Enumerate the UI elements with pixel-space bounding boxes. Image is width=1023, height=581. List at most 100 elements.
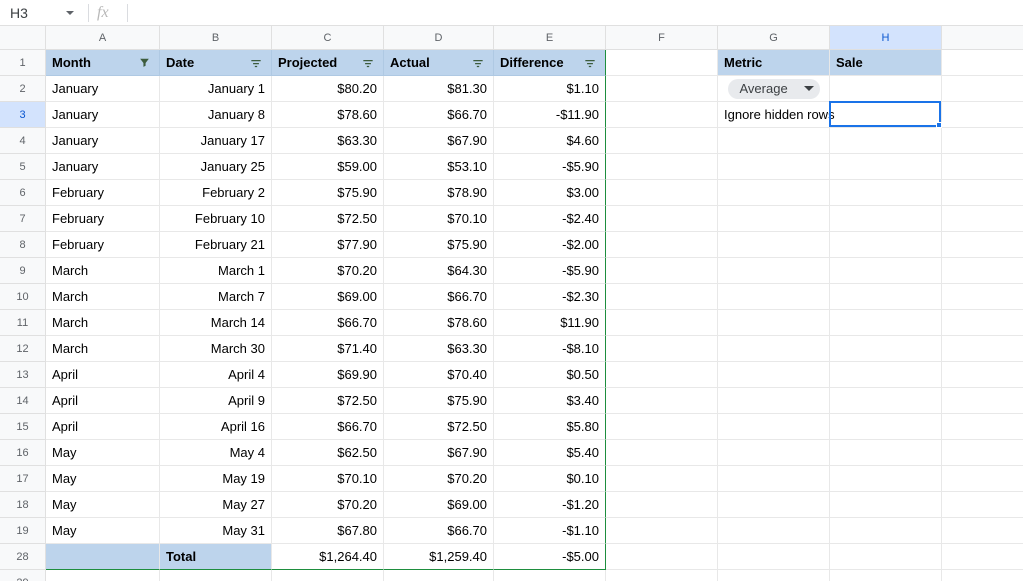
- row-header[interactable]: 2: [0, 76, 46, 102]
- row-header[interactable]: 13: [0, 362, 46, 388]
- cell-F[interactable]: [606, 206, 718, 232]
- cell-empty[interactable]: [384, 570, 494, 581]
- formula-input[interactable]: [136, 0, 1023, 25]
- total-difference[interactable]: -$5.00: [494, 544, 606, 570]
- col-header-B[interactable]: B: [160, 26, 272, 50]
- cell-H[interactable]: [830, 232, 942, 258]
- row-header[interactable]: 4: [0, 128, 46, 154]
- cell-F[interactable]: [606, 388, 718, 414]
- funnel-filter-icon[interactable]: [135, 56, 153, 70]
- row-header[interactable]: 9: [0, 258, 46, 284]
- cell-projected[interactable]: $80.20: [272, 76, 384, 102]
- cell-difference[interactable]: -$11.90: [494, 102, 606, 128]
- cell-projected[interactable]: $66.70: [272, 310, 384, 336]
- cell-H[interactable]: [830, 336, 942, 362]
- cell-month[interactable]: February: [46, 180, 160, 206]
- name-box[interactable]: H3: [0, 5, 80, 21]
- cell-date[interactable]: January 17: [160, 128, 272, 154]
- cell-actual[interactable]: $75.90: [384, 388, 494, 414]
- cell-H[interactable]: [830, 284, 942, 310]
- cell-difference[interactable]: $4.60: [494, 128, 606, 154]
- cell-projected[interactable]: $72.50: [272, 206, 384, 232]
- cell-empty[interactable]: [718, 570, 830, 581]
- cell-actual[interactable]: $70.10: [384, 206, 494, 232]
- cell-projected[interactable]: $70.20: [272, 492, 384, 518]
- cell-actual[interactable]: $67.90: [384, 440, 494, 466]
- cell-H[interactable]: [830, 258, 942, 284]
- cell-month[interactable]: April: [46, 362, 160, 388]
- cell-H[interactable]: [830, 362, 942, 388]
- cell-date[interactable]: March 7: [160, 284, 272, 310]
- cell-F[interactable]: [606, 128, 718, 154]
- cell-actual[interactable]: $78.60: [384, 310, 494, 336]
- cell-projected[interactable]: $72.50: [272, 388, 384, 414]
- cell-H[interactable]: [830, 414, 942, 440]
- cell-F[interactable]: [606, 102, 718, 128]
- row-header[interactable]: 5: [0, 154, 46, 180]
- cell-date[interactable]: April 9: [160, 388, 272, 414]
- cell-month[interactable]: April: [46, 388, 160, 414]
- cell-month[interactable]: March: [46, 310, 160, 336]
- cell-F28[interactable]: [606, 544, 718, 570]
- cell-projected[interactable]: $69.90: [272, 362, 384, 388]
- cell-date[interactable]: April 4: [160, 362, 272, 388]
- cell-G2[interactable]: Average: [718, 76, 830, 102]
- row-header[interactable]: 29: [0, 570, 46, 581]
- cell-month[interactable]: March: [46, 336, 160, 362]
- cell-G[interactable]: [718, 414, 830, 440]
- cell-H[interactable]: [830, 466, 942, 492]
- cell-F[interactable]: [606, 284, 718, 310]
- cell-month[interactable]: May: [46, 440, 160, 466]
- cell-actual[interactable]: $66.70: [384, 284, 494, 310]
- cell-date[interactable]: January 1: [160, 76, 272, 102]
- cell-month[interactable]: February: [46, 206, 160, 232]
- cell-date[interactable]: February 2: [160, 180, 272, 206]
- cell-actual[interactable]: $63.30: [384, 336, 494, 362]
- filter-icon[interactable]: [469, 56, 487, 70]
- cell-G3[interactable]: Ignore hidden rows: [718, 102, 830, 128]
- row-header[interactable]: 28: [0, 544, 46, 570]
- cell-projected[interactable]: $75.90: [272, 180, 384, 206]
- cell-difference[interactable]: -$5.90: [494, 258, 606, 284]
- cell-H[interactable]: [830, 440, 942, 466]
- cell-month[interactable]: March: [46, 258, 160, 284]
- cell-F[interactable]: [606, 180, 718, 206]
- cell-F[interactable]: [606, 362, 718, 388]
- cell-projected[interactable]: $67.80: [272, 518, 384, 544]
- cell-month[interactable]: February: [46, 232, 160, 258]
- cell-F[interactable]: [606, 232, 718, 258]
- cell-projected[interactable]: $59.00: [272, 154, 384, 180]
- row-header[interactable]: 15: [0, 414, 46, 440]
- cell-empty[interactable]: [272, 570, 384, 581]
- col-header-F[interactable]: F: [606, 26, 718, 50]
- cell-projected[interactable]: $70.20: [272, 258, 384, 284]
- cell-difference[interactable]: -$1.10: [494, 518, 606, 544]
- col-header-D[interactable]: D: [384, 26, 494, 50]
- cell-actual[interactable]: $67.90: [384, 128, 494, 154]
- cell-difference[interactable]: -$8.10: [494, 336, 606, 362]
- row-header[interactable]: 8: [0, 232, 46, 258]
- cell-H[interactable]: [830, 154, 942, 180]
- cell-actual[interactable]: $66.70: [384, 518, 494, 544]
- cell-date[interactable]: February 21: [160, 232, 272, 258]
- cell-F[interactable]: [606, 336, 718, 362]
- cell-projected[interactable]: $71.40: [272, 336, 384, 362]
- header-actual[interactable]: Actual: [384, 50, 494, 76]
- cell-difference[interactable]: -$5.90: [494, 154, 606, 180]
- total-empty[interactable]: [46, 544, 160, 570]
- col-header-H[interactable]: H: [830, 26, 942, 50]
- total-actual[interactable]: $1,259.40: [384, 544, 494, 570]
- cell-date[interactable]: January 8: [160, 102, 272, 128]
- total-projected[interactable]: $1,264.40: [272, 544, 384, 570]
- filter-icon[interactable]: [247, 56, 265, 70]
- total-label[interactable]: Total: [160, 544, 272, 570]
- cell-month[interactable]: May: [46, 466, 160, 492]
- cell-difference[interactable]: -$1.20: [494, 492, 606, 518]
- row-header[interactable]: 11: [0, 310, 46, 336]
- filter-icon[interactable]: [359, 56, 377, 70]
- cell-month[interactable]: May: [46, 518, 160, 544]
- row-header[interactable]: 6: [0, 180, 46, 206]
- metric-dropdown[interactable]: Average: [728, 79, 820, 99]
- cell-date[interactable]: May 19: [160, 466, 272, 492]
- cell-difference[interactable]: $5.80: [494, 414, 606, 440]
